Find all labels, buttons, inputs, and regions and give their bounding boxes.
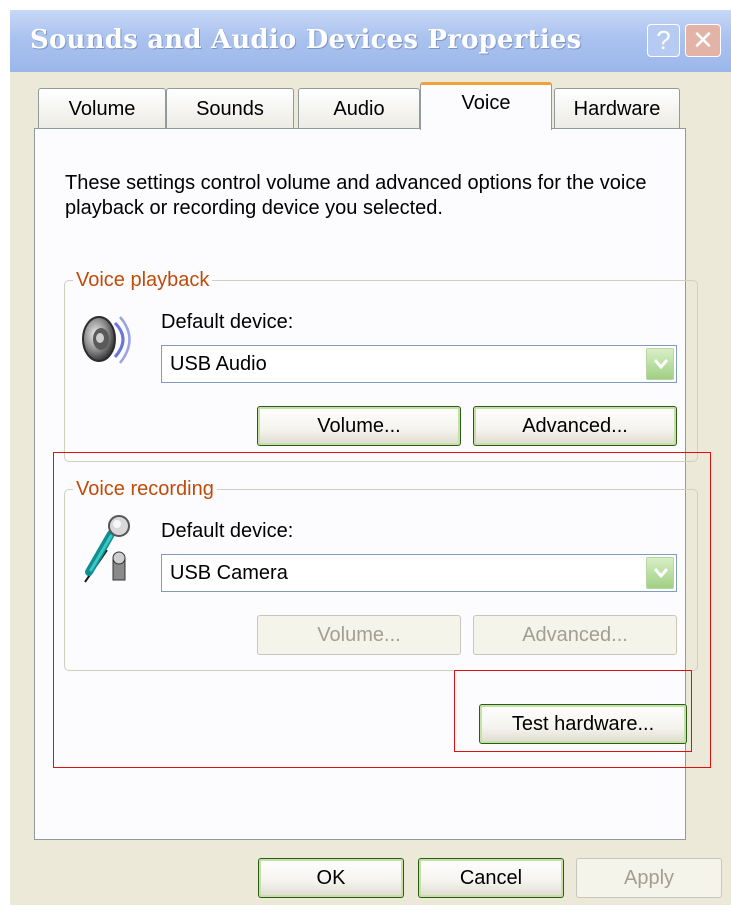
playback-device-value: USB Audio: [170, 353, 267, 375]
apply-button[interactable]: Apply: [576, 858, 722, 898]
title-bar[interactable]: Sounds and Audio Devices Properties ? ✕: [10, 10, 731, 72]
speaker-icon: [77, 309, 137, 376]
description-text: These settings control volume and advanc…: [65, 172, 647, 219]
tab-sounds[interactable]: Sounds: [166, 88, 294, 128]
cancel-button[interactable]: Cancel: [418, 858, 564, 898]
help-button[interactable]: ?: [647, 24, 680, 57]
chevron-down-icon[interactable]: [646, 348, 674, 380]
playback-volume-button[interactable]: Volume...: [257, 406, 461, 446]
window-title: Sounds and Audio Devices Properties: [30, 25, 582, 55]
test-hardware-highlight: [454, 670, 692, 752]
tab-voice[interactable]: Voice: [420, 82, 552, 130]
tab-audio[interactable]: Audio: [298, 88, 420, 128]
close-button[interactable]: ✕: [685, 24, 721, 57]
ok-button[interactable]: OK: [258, 858, 404, 898]
playback-default-device-label: Default device:: [161, 311, 294, 333]
playback-advanced-button[interactable]: Advanced...: [473, 406, 677, 446]
playback-device-select[interactable]: USB Audio: [161, 345, 677, 383]
voice-playback-group: Voice playback Default device: USB Audio…: [64, 267, 698, 462]
voice-playback-legend: Voice playback: [73, 267, 213, 293]
tab-volume[interactable]: Volume: [38, 88, 166, 128]
tab-hardware[interactable]: Hardware: [554, 88, 680, 128]
